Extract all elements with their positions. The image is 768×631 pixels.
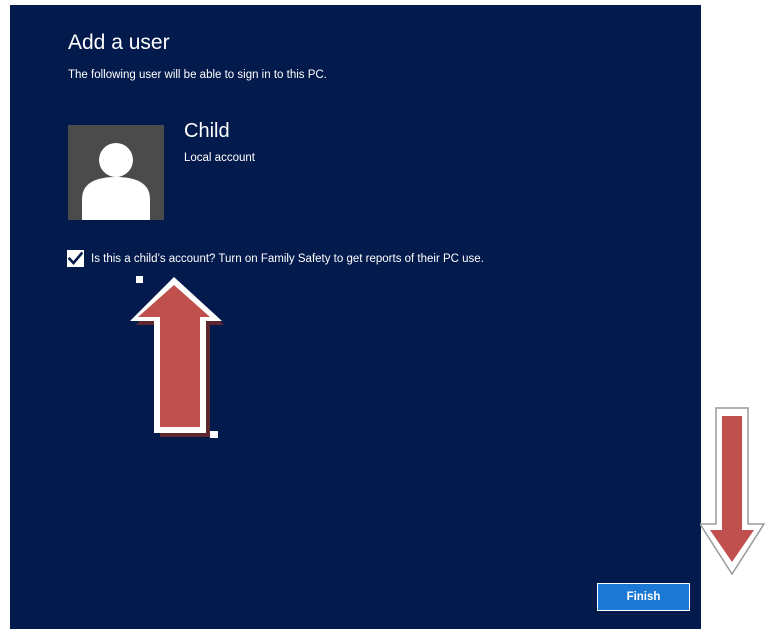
user-silhouette-icon: [82, 143, 150, 220]
page-title: Add a user: [68, 31, 170, 54]
family-safety-option[interactable]: Is this a child’s account? Turn on Famil…: [67, 250, 484, 267]
family-safety-checkbox[interactable]: [67, 250, 84, 267]
arrow-up-icon: [130, 276, 224, 438]
page-subtitle: The following user will be able to sign …: [68, 69, 327, 81]
arrow-down-icon: [700, 407, 766, 576]
family-safety-label[interactable]: Is this a child’s account? Turn on Famil…: [91, 253, 484, 265]
finish-button[interactable]: Finish: [597, 583, 690, 611]
checkmark-icon: [68, 251, 83, 265]
user-name: Child: [184, 120, 230, 142]
add-user-dialog: Add a user The following user will be ab…: [10, 5, 701, 629]
account-type: Local account: [184, 152, 255, 164]
avatar: [68, 125, 164, 220]
